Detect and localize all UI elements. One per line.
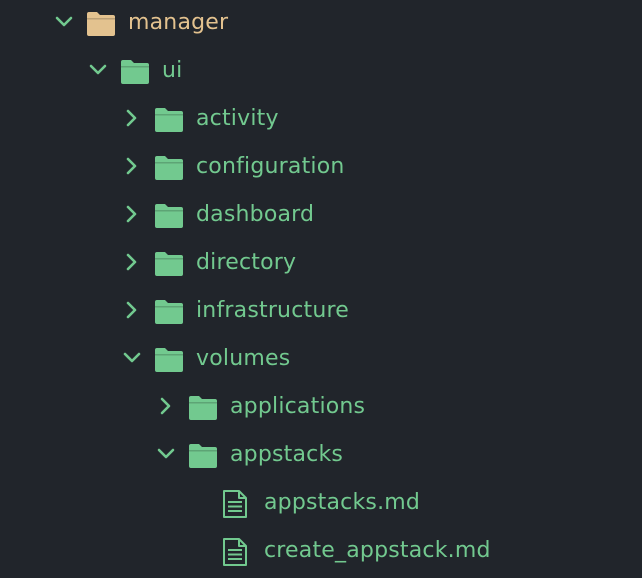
- tree-item-label: dashboard: [196, 202, 315, 227]
- folder-icon: [154, 155, 184, 181]
- tree-folder-configuration[interactable]: configuration: [0, 144, 642, 192]
- folder-icon: [154, 299, 184, 325]
- folder-icon: [86, 11, 116, 37]
- chevron-down-icon[interactable]: [122, 348, 142, 368]
- tree-item-label: directory: [196, 250, 297, 275]
- chevron-right-icon[interactable]: [122, 252, 142, 272]
- chevron-right-icon[interactable]: [122, 204, 142, 224]
- folder-icon: [154, 107, 184, 133]
- folder-icon: [154, 251, 184, 277]
- tree-folder-infrastructure[interactable]: infrastructure: [0, 288, 642, 336]
- tree-folder-dashboard[interactable]: dashboard: [0, 192, 642, 240]
- tree-item-label: ui: [162, 58, 183, 83]
- chevron-down-icon[interactable]: [54, 12, 74, 32]
- tree-folder-activity[interactable]: activity: [0, 96, 642, 144]
- tree-folder-applications[interactable]: applications: [0, 384, 642, 432]
- folder-icon: [188, 395, 218, 421]
- tree-item-label: infrastructure: [196, 298, 349, 323]
- tree-folder-volumes[interactable]: volumes: [0, 336, 642, 384]
- file-tree: manager ui activity configuration dashboard d…: [0, 0, 642, 578]
- chevron-down-icon[interactable]: [156, 444, 176, 464]
- chevron-right-icon[interactable]: [122, 300, 142, 320]
- tree-item-label: volumes: [196, 346, 291, 371]
- tree-file-appstacks-md[interactable]: appstacks.md: [0, 480, 642, 528]
- tree-item-label: create_appstack.md: [264, 538, 491, 563]
- folder-icon: [154, 203, 184, 229]
- chevron-right-icon[interactable]: [156, 396, 176, 416]
- chevron-right-icon[interactable]: [122, 108, 142, 128]
- file-text-icon: [222, 489, 248, 519]
- chevron-down-icon[interactable]: [88, 60, 108, 80]
- tree-folder-appstacks[interactable]: appstacks: [0, 432, 642, 480]
- tree-item-label: activity: [196, 106, 279, 131]
- chevron-right-icon[interactable]: [122, 156, 142, 176]
- folder-icon: [154, 347, 184, 373]
- file-text-icon: [222, 537, 248, 567]
- tree-item-label: appstacks: [230, 442, 344, 467]
- tree-folder-ui[interactable]: ui: [0, 48, 642, 96]
- tree-item-label: applications: [230, 394, 366, 419]
- folder-icon: [188, 443, 218, 469]
- tree-item-label: manager: [128, 10, 229, 35]
- tree-folder-directory[interactable]: directory: [0, 240, 642, 288]
- tree-folder-manager[interactable]: manager: [0, 0, 642, 48]
- tree-item-label: appstacks.md: [264, 490, 421, 515]
- folder-icon: [120, 59, 150, 85]
- tree-item-label: configuration: [196, 154, 345, 179]
- tree-file-create-appstack-md[interactable]: create_appstack.md: [0, 528, 642, 576]
